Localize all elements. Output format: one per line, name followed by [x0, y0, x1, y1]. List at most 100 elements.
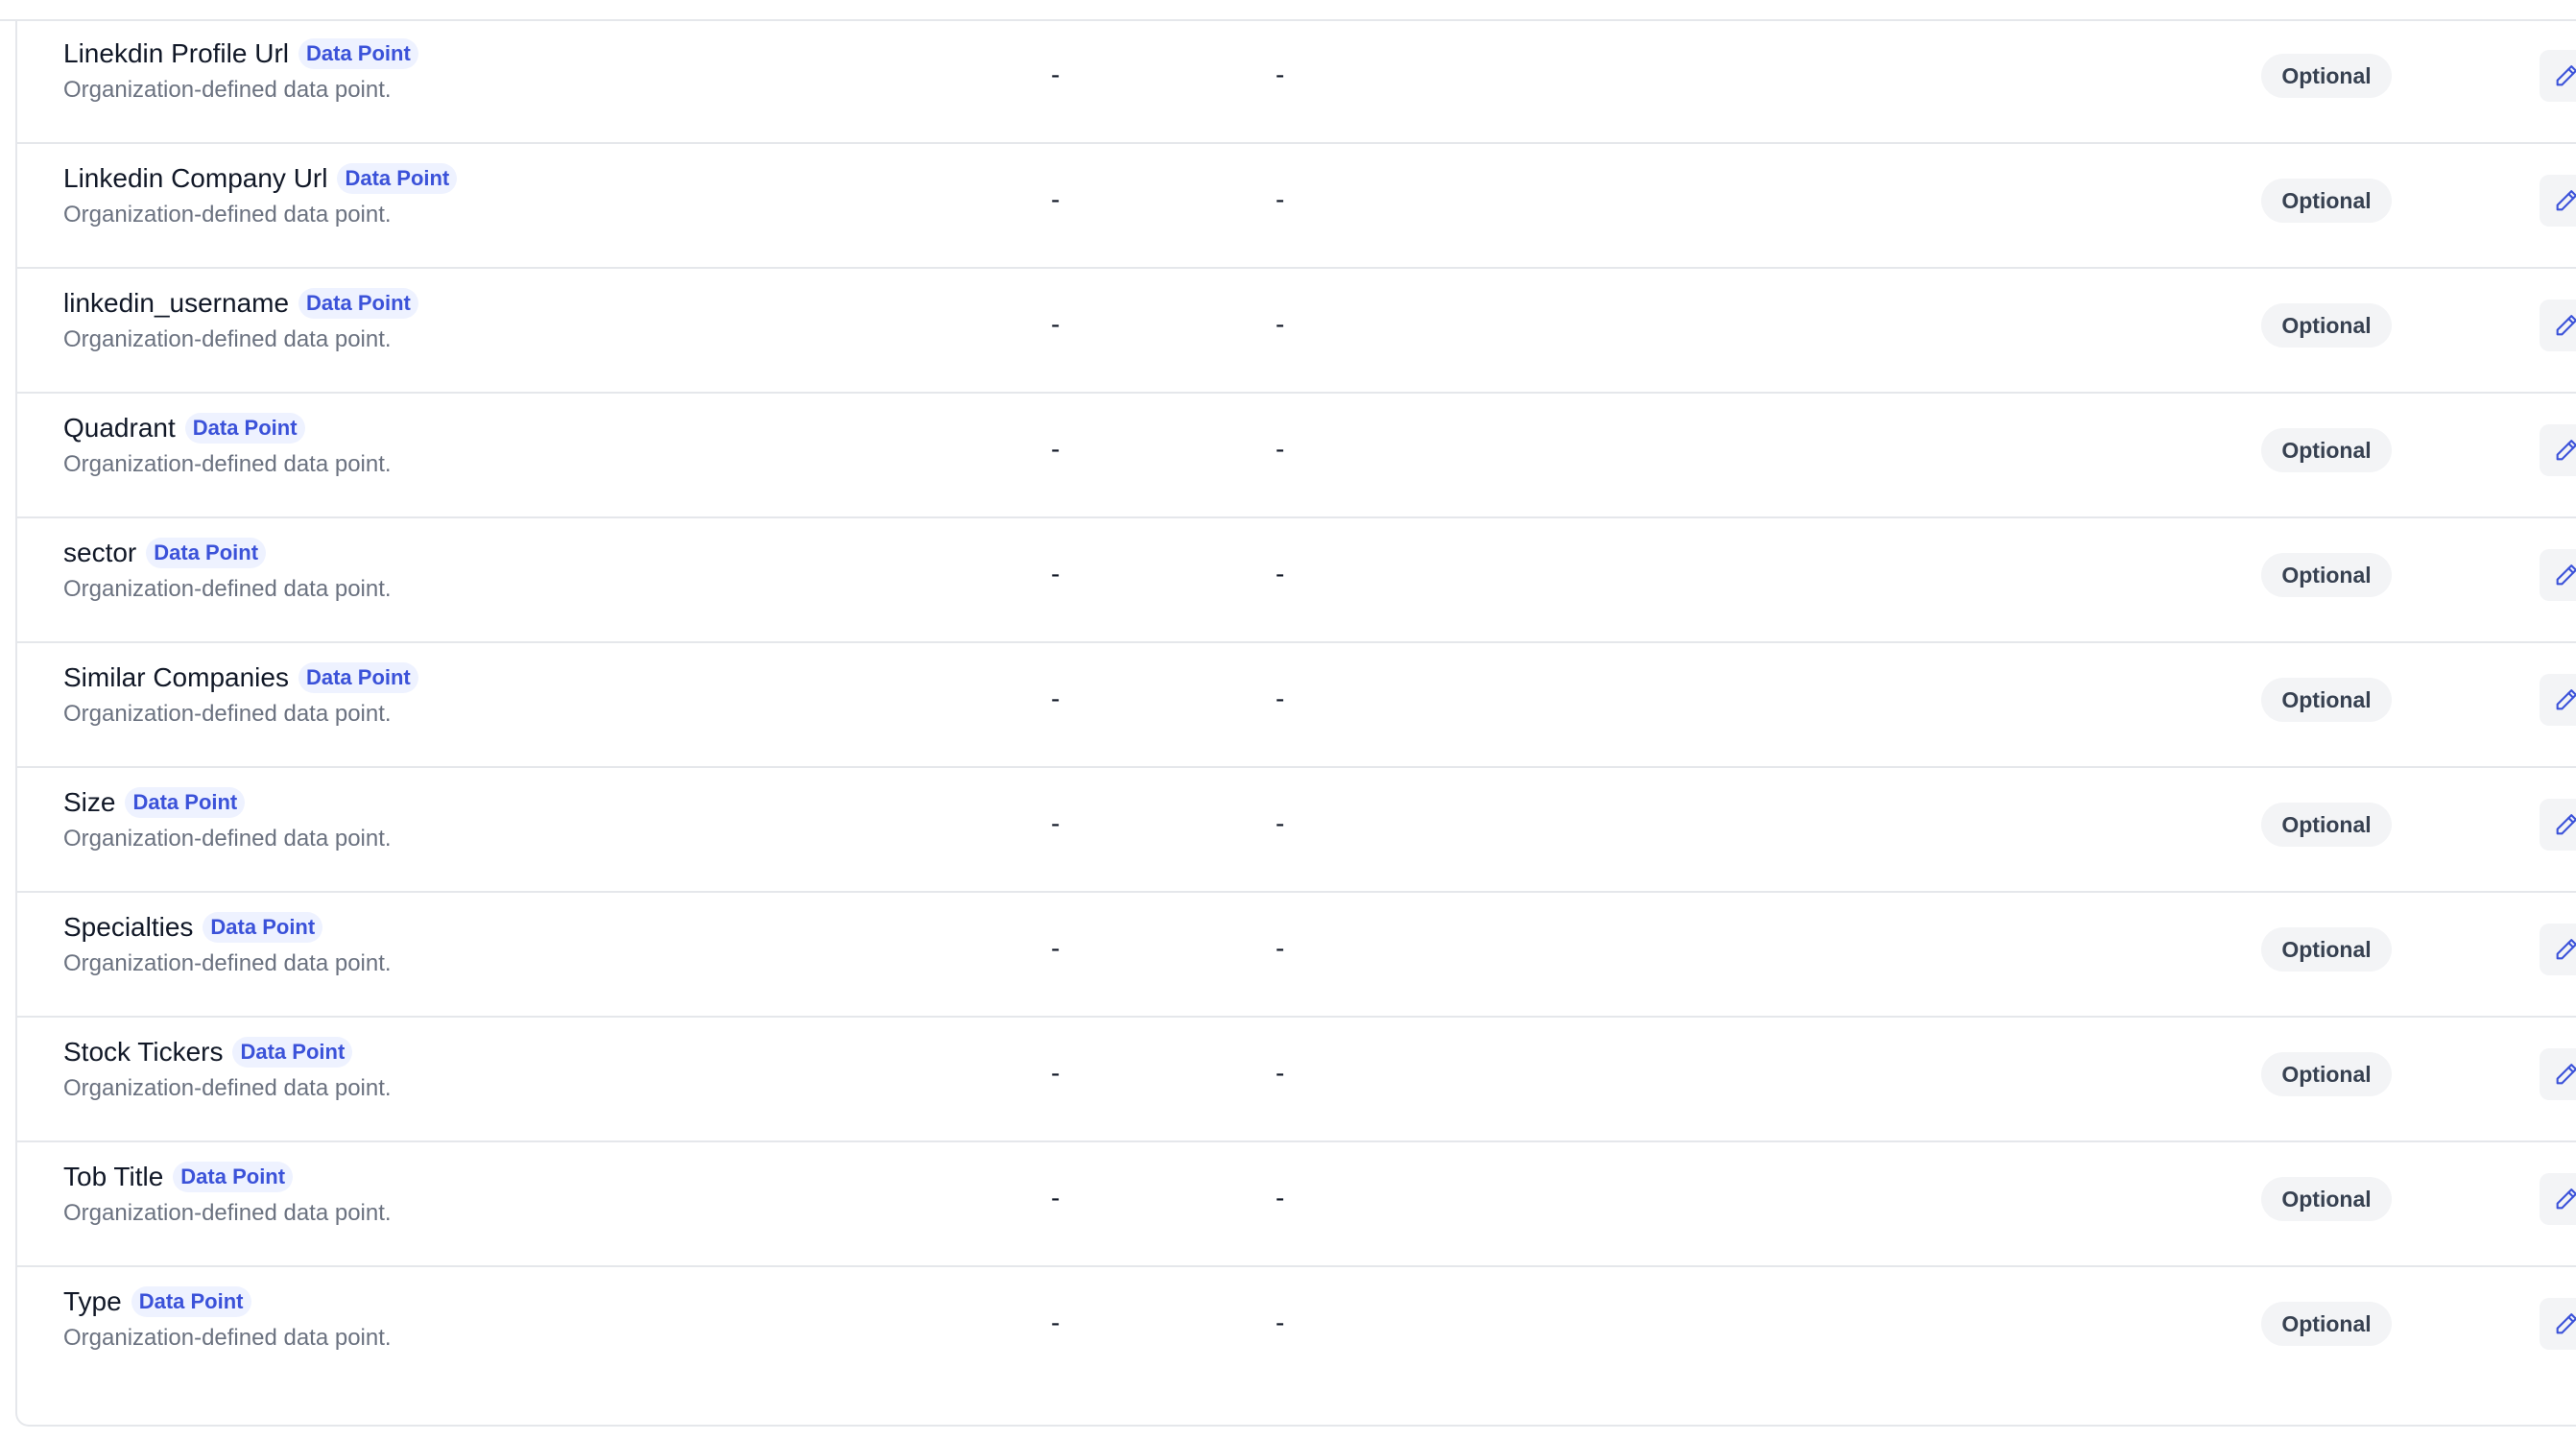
edit-button[interactable] — [2540, 924, 2576, 975]
field-name: Linkedin Company Url — [63, 163, 328, 193]
status-badge: Optional — [2261, 179, 2392, 223]
field-description: Organization-defined data point. — [63, 326, 392, 352]
field-description: Organization-defined data point. — [63, 701, 392, 727]
field-name: Similar Companies — [63, 662, 289, 692]
edit-button[interactable] — [2540, 1298, 2576, 1350]
field-description: Organization-defined data point. — [63, 1200, 392, 1226]
field-description: Organization-defined data point. — [63, 950, 392, 976]
column-2-value: - — [1276, 559, 1285, 588]
row-title: linkedin_username Data Point — [63, 286, 418, 321]
edit-button[interactable] — [2540, 50, 2576, 102]
field-description: Organization-defined data point. — [63, 202, 392, 228]
column-2-value: - — [1276, 1183, 1285, 1212]
pencil-icon — [2556, 65, 2576, 86]
column-1-value: - — [1051, 684, 1061, 713]
data-point-badge: Data Point — [146, 538, 267, 568]
field-description: Organization-defined data point. — [63, 826, 392, 852]
column-2-value: - — [1276, 684, 1285, 713]
pencil-icon — [2556, 689, 2576, 710]
column-1-value: - — [1051, 434, 1061, 464]
column-1-value: - — [1051, 559, 1061, 588]
field-description: Organization-defined data point. — [63, 1325, 392, 1351]
field-name: linkedin_username — [63, 288, 290, 318]
edit-button[interactable] — [2540, 674, 2576, 726]
pencil-icon — [2556, 564, 2576, 586]
edit-button[interactable] — [2540, 175, 2576, 227]
status-badge: Optional — [2261, 1177, 2392, 1221]
row-title: Similar Companies Data Point — [63, 660, 418, 695]
field-name: sector — [63, 538, 137, 567]
data-point-badge: Data Point — [232, 1037, 353, 1068]
status-badge: Optional — [2261, 428, 2392, 472]
data-point-badge: Data Point — [203, 912, 323, 943]
table-row: Linekdin Profile Url Data Point Organiza… — [17, 19, 2576, 144]
edit-button[interactable] — [2540, 1048, 2576, 1100]
column-2-value: - — [1276, 60, 1285, 89]
row-title: Specialties Data Point — [63, 910, 323, 945]
table-row: Stock Tickers Data Point Organization-de… — [17, 1018, 2576, 1142]
row-title: Size Data Point — [63, 785, 246, 820]
data-point-badge: Data Point — [184, 413, 305, 444]
edit-button[interactable] — [2540, 300, 2576, 351]
data-point-badge: Data Point — [337, 163, 458, 194]
column-2-value: - — [1276, 184, 1285, 214]
field-description: Organization-defined data point. — [63, 451, 392, 477]
data-point-badge: Data Point — [131, 1286, 251, 1317]
column-1-value: - — [1051, 1183, 1061, 1212]
data-point-badge: Data Point — [173, 1162, 294, 1192]
column-2-value: - — [1276, 1308, 1285, 1337]
field-name: Stock Tickers — [63, 1037, 224, 1067]
field-description: Organization-defined data point. — [63, 77, 392, 103]
edit-button[interactable] — [2540, 799, 2576, 851]
field-name: Size — [63, 787, 116, 817]
table-row: Type Data Point Organization-defined dat… — [17, 1267, 2576, 1392]
pencil-icon — [2556, 1188, 2576, 1210]
column-1-value: - — [1051, 808, 1061, 838]
status-badge: Optional — [2261, 1052, 2392, 1096]
table-row: Quadrant Data Point Organization-defined… — [17, 394, 2576, 518]
status-badge: Optional — [2261, 678, 2392, 722]
edit-button[interactable] — [2540, 549, 2576, 601]
pencil-icon — [2556, 1313, 2576, 1334]
pencil-icon — [2556, 190, 2576, 211]
data-point-badge: Data Point — [298, 288, 418, 319]
row-title: Linkedin Company Url Data Point — [63, 161, 458, 196]
pencil-icon — [2556, 939, 2576, 960]
status-badge: Optional — [2261, 927, 2392, 972]
row-title: Stock Tickers Data Point — [63, 1035, 353, 1069]
row-title: Tob Title Data Point — [63, 1160, 294, 1194]
status-badge: Optional — [2261, 553, 2392, 597]
pencil-icon — [2556, 1064, 2576, 1085]
column-1-value: - — [1051, 309, 1061, 339]
data-points-table: Linekdin Profile Url Data Point Organiza… — [15, 19, 2576, 1427]
row-title: sector Data Point — [63, 536, 267, 570]
field-name: Tob Title — [63, 1162, 164, 1191]
row-title: Quadrant Data Point — [63, 411, 305, 445]
table-row: linkedin_username Data Point Organizatio… — [17, 269, 2576, 394]
edit-button[interactable] — [2540, 1173, 2576, 1225]
status-badge: Optional — [2261, 303, 2392, 348]
field-name: Quadrant — [63, 413, 176, 443]
status-badge: Optional — [2261, 54, 2392, 98]
table-row: Linkedin Company Url Data Point Organiza… — [17, 144, 2576, 269]
column-2-value: - — [1276, 1058, 1285, 1088]
field-description: Organization-defined data point. — [63, 1075, 392, 1101]
pencil-icon — [2556, 315, 2576, 336]
column-1-value: - — [1051, 184, 1061, 214]
edit-button[interactable] — [2540, 424, 2576, 476]
table-row: Similar Companies Data Point Organizatio… — [17, 643, 2576, 768]
field-description: Organization-defined data point. — [63, 576, 392, 602]
column-2-value: - — [1276, 434, 1285, 464]
column-1-value: - — [1051, 933, 1061, 963]
table-row: Size Data Point Organization-defined dat… — [17, 768, 2576, 893]
pencil-icon — [2556, 814, 2576, 835]
column-2-value: - — [1276, 309, 1285, 339]
field-name: Specialties — [63, 912, 194, 942]
pencil-icon — [2556, 440, 2576, 461]
status-badge: Optional — [2261, 803, 2392, 847]
row-title: Linekdin Profile Url Data Point — [63, 36, 418, 71]
column-1-value: - — [1051, 1058, 1061, 1088]
data-point-badge: Data Point — [298, 38, 418, 69]
column-2-value: - — [1276, 933, 1285, 963]
column-1-value: - — [1051, 1308, 1061, 1337]
